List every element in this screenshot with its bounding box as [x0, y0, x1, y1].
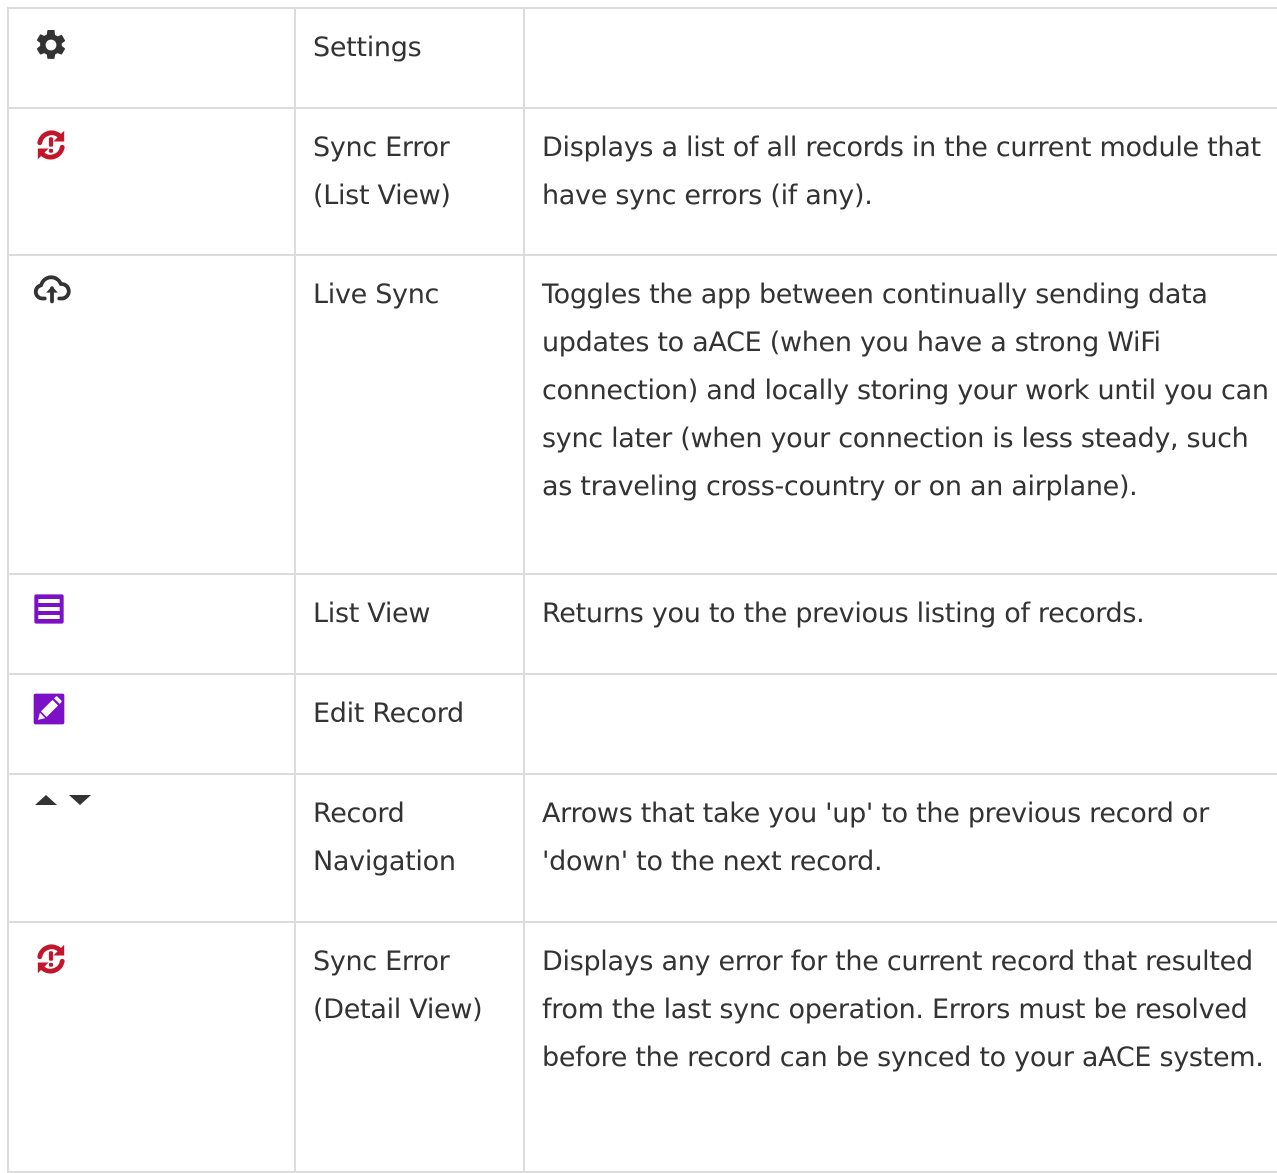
icon-cell	[7, 673, 296, 775]
row-description: Toggles the app between continually send…	[523, 254, 1277, 575]
row-description	[523, 673, 1277, 775]
row-name: Edit Record	[294, 673, 525, 775]
row-description: Returns you to the previous listing of r…	[523, 573, 1277, 675]
row-name: Sync Error (List View)	[294, 107, 525, 256]
icon-cell	[7, 921, 296, 1173]
row-name: Live Sync	[294, 254, 525, 575]
table-row: List View Returns you to the previous li…	[7, 573, 1277, 675]
row-description: Displays any error for the current recor…	[523, 921, 1277, 1173]
sync-error-icon	[37, 130, 65, 160]
sync-error-icon	[37, 944, 65, 974]
row-name: List View	[294, 573, 525, 675]
row-name: Sync Error (Detail View)	[294, 921, 525, 1173]
list-view-icon	[34, 594, 64, 624]
row-description: Arrows that take you 'up' to the previou…	[523, 773, 1277, 923]
table-row: Sync Error (List View) Displays a list o…	[7, 107, 1277, 256]
up-arrow-icon	[35, 795, 57, 805]
row-name: Record Navigation	[294, 773, 525, 923]
cloud-upload-icon	[33, 275, 71, 304]
icon-cell	[7, 773, 296, 923]
table-row: Settings	[7, 7, 1277, 109]
table-row: Sync Error (Detail View) Displays any er…	[7, 921, 1277, 1173]
row-description: Displays a list of all records in the cu…	[523, 107, 1277, 256]
table-row: Live Sync Toggles the app between contin…	[7, 254, 1277, 575]
edit-record-icon	[33, 693, 65, 725]
icon-cell	[7, 107, 296, 256]
icon-cell	[7, 254, 296, 575]
table-row: Edit Record	[7, 673, 1277, 775]
down-arrow-icon	[69, 795, 91, 805]
row-name: Settings	[294, 7, 525, 109]
up-down-arrows-icon	[33, 793, 294, 807]
icon-cell	[7, 7, 296, 109]
gear-icon	[36, 29, 66, 59]
icon-reference-table: Settings Sync Error (List View) Displays…	[7, 7, 1277, 1173]
table-row: Record Navigation Arrows that take you '…	[7, 773, 1277, 923]
icon-cell	[7, 573, 296, 675]
row-description	[523, 7, 1277, 109]
